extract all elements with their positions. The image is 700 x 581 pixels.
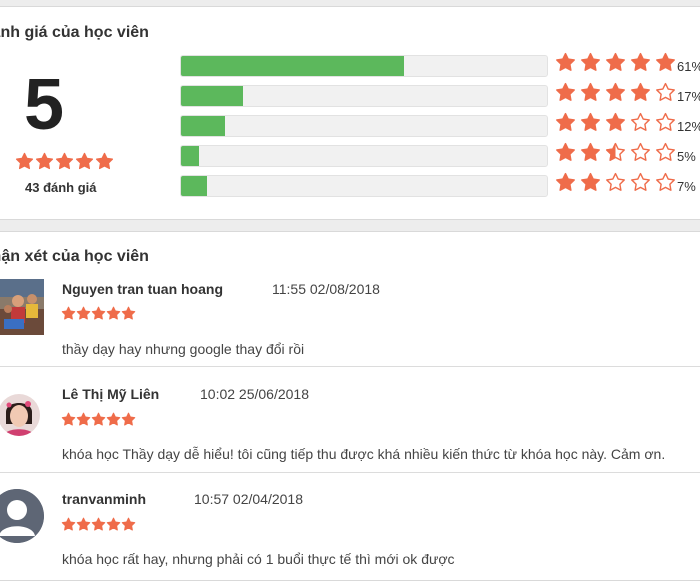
rating-row-3: 12% — [180, 112, 700, 137]
row-stars — [555, 52, 676, 73]
star-full-icon — [606, 82, 625, 101]
review-stars — [61, 306, 136, 324]
star-full-icon — [61, 306, 76, 320]
reviewer-name: Nguyen tran tuan hoang — [62, 281, 223, 297]
divider — [0, 366, 700, 367]
review-timestamp: 10:57 02/04/2018 — [194, 491, 303, 507]
rating-bar-fill — [181, 176, 207, 196]
star-empty-icon — [631, 112, 650, 131]
row-stars — [555, 142, 676, 163]
average-stars — [15, 152, 114, 171]
row-stars — [555, 172, 676, 193]
star-full-icon — [76, 412, 91, 426]
star-full-icon — [631, 52, 650, 71]
rating-percent: 12% — [677, 119, 700, 134]
star-full-icon — [76, 306, 91, 320]
star-full-icon — [581, 142, 600, 161]
star-full-icon — [121, 412, 136, 426]
star-full-icon — [91, 412, 106, 426]
reviews-panel: Nhận xét của học viên Nguyen tran tuan h… — [0, 231, 700, 581]
average-score: 5 — [24, 65, 65, 145]
rating-percent: 5% — [677, 149, 696, 164]
star-full-icon — [581, 172, 600, 191]
star-full-icon — [121, 306, 136, 320]
row-stars — [555, 82, 676, 103]
review-timestamp: 11:55 02/08/2018 — [272, 281, 380, 297]
rating-percent: 7% — [677, 179, 696, 194]
star-empty-icon — [656, 82, 675, 101]
star-empty-icon — [606, 172, 625, 191]
star-full-icon — [556, 112, 575, 131]
rating-percent: 61% — [677, 59, 700, 74]
star-full-icon — [106, 306, 121, 320]
rating-bar — [180, 115, 548, 137]
star-full-icon — [606, 112, 625, 131]
default-user-avatar[interactable] — [0, 489, 44, 543]
rating-percent: 17% — [677, 89, 700, 104]
rating-bar — [180, 175, 548, 197]
review-text: khóa học rất hay, nhưng phải có 1 buổi t… — [62, 551, 455, 567]
star-full-icon — [581, 112, 600, 131]
divider — [0, 472, 700, 473]
star-full-icon — [631, 82, 650, 101]
star-empty-icon — [656, 112, 675, 131]
star-empty-icon — [656, 172, 675, 191]
rating-count: 43 đánh giá — [25, 180, 97, 195]
rating-row-4: 17% — [180, 82, 700, 107]
star-full-icon — [91, 517, 106, 531]
rating-row-2: 7% — [180, 172, 700, 197]
row-stars — [555, 112, 676, 133]
review-stars — [61, 412, 136, 430]
star-full-icon — [76, 517, 91, 531]
review-timestamp: 10:02 25/06/2018 — [200, 386, 309, 402]
star-full-icon — [556, 142, 575, 161]
star-full-icon — [95, 152, 114, 170]
star-full-icon — [91, 306, 106, 320]
rating-row-5: 61% — [180, 52, 700, 77]
star-full-icon — [75, 152, 94, 170]
star-full-icon — [581, 82, 600, 101]
star-empty-icon — [631, 142, 650, 161]
star-full-icon — [61, 517, 76, 531]
star-full-icon — [61, 412, 76, 426]
star-full-icon — [106, 517, 121, 531]
star-full-icon — [121, 517, 136, 531]
star-full-icon — [581, 52, 600, 71]
star-full-icon — [15, 152, 34, 170]
rating-bar-fill — [181, 146, 200, 166]
star-full-icon — [606, 52, 625, 71]
rating-bar-fill — [181, 116, 225, 136]
rating-bar — [180, 145, 548, 167]
review-stars — [61, 517, 136, 535]
rating-bar-fill — [181, 86, 244, 106]
star-full-icon — [55, 152, 74, 170]
star-full-icon — [556, 82, 575, 101]
reviewer-name: Lê Thị Mỹ Liên — [62, 386, 160, 402]
ratings-panel: Đánh giá của học viên 5 43 đánh giá 61% … — [0, 6, 700, 220]
rating-bar — [180, 85, 548, 107]
photo-avatar[interactable] — [0, 279, 44, 335]
photo-avatar[interactable] — [0, 394, 40, 436]
star-full-icon — [106, 412, 121, 426]
review-text: khóa học Thầy dạy dễ hiểu! tôi cũng tiếp… — [62, 446, 666, 462]
star-full-icon — [35, 152, 54, 170]
rating-row-2-5: 5% — [180, 142, 700, 167]
reviewer-name: tranvanminh — [62, 491, 147, 507]
ratings-title: Đánh giá của học viên — [0, 24, 149, 41]
star-empty-icon — [631, 172, 650, 191]
star-half-icon — [606, 142, 625, 161]
reviews-title: Nhận xét của học viên — [0, 248, 149, 265]
star-full-icon — [556, 52, 575, 71]
star-empty-icon — [656, 142, 675, 161]
star-full-icon — [656, 52, 675, 71]
rating-bar — [180, 55, 548, 77]
rating-bar-fill — [181, 56, 405, 76]
star-full-icon — [556, 172, 575, 191]
review-text: thầy dạy hay nhưng google thay đổi rồi — [62, 341, 305, 357]
